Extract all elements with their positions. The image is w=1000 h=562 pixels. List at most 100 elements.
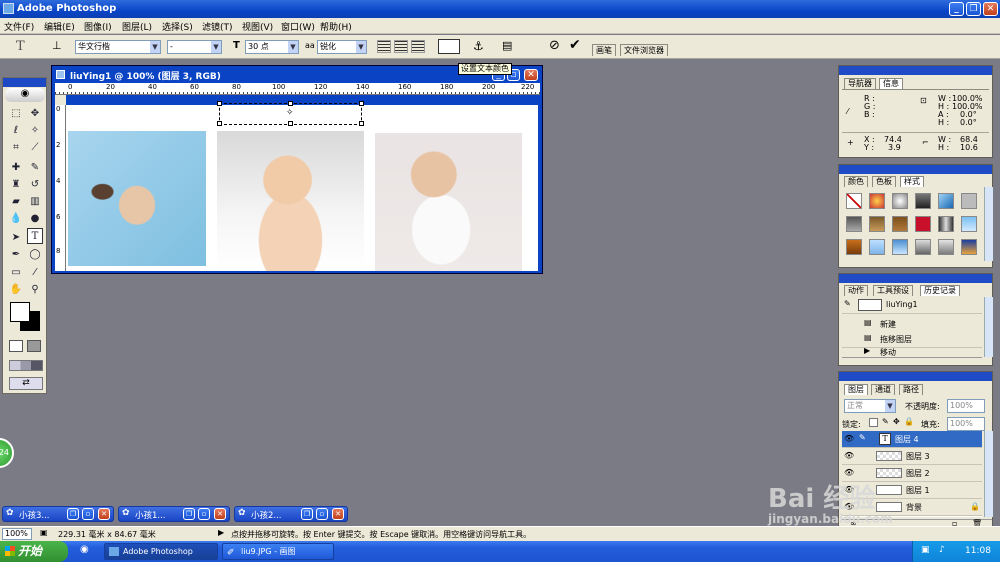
font-size-select[interactable]: 30 点 ▼ [245,40,299,54]
slice-tool-icon[interactable]: ⟋ [27,140,43,156]
eye-icon[interactable]: 👁 [844,451,854,460]
tab-brushes[interactable]: 画笔 [592,44,616,56]
panel-header[interactable] [839,165,992,174]
close-button[interactable]: ✕ [332,508,344,520]
tab-paths[interactable]: 路径 [899,384,923,395]
maximize-button[interactable]: ▫ [82,508,94,520]
notes-tool-icon[interactable]: ▭ [8,265,24,281]
history-snapshot[interactable]: ✎ liuYing1 [842,297,982,314]
lock-all-icon[interactable]: 🔒 [904,417,914,426]
transform-handle[interactable] [359,101,364,106]
quickmask-mode-icon[interactable] [27,340,41,352]
panel-header[interactable] [839,274,992,283]
tab-styles[interactable]: 样式 [900,176,924,187]
close-button[interactable]: ✕ [214,508,226,520]
eraser-tool-icon[interactable]: ▰ [8,194,24,210]
text-bounding-box[interactable]: ✧ [217,101,364,126]
text-color-swatch[interactable] [438,39,460,54]
history-item[interactable]: ▶ 移动 [842,348,982,356]
tab-info[interactable]: 信息 [879,78,903,89]
shape-tool-icon[interactable]: ◯ [27,247,43,263]
close-button[interactable]: ✕ [983,2,998,16]
font-family-select[interactable]: 华文行楷 ▼ [75,40,161,54]
style-swatch[interactable] [915,239,931,255]
transform-handle[interactable] [288,101,293,106]
volume-icon[interactable]: ♪ [939,545,945,555]
type-tool-icon[interactable]: T [16,39,25,54]
type-tool-icon[interactable]: T [27,228,43,244]
vertical-ruler[interactable]: 0 2 4 6 8 [55,95,66,271]
orientation-icon[interactable]: ⊥ [52,39,62,52]
layer-row[interactable]: 👁 图层 3 [842,448,982,465]
taskbar-item-photoshop[interactable]: Adobe Photoshop [104,543,218,560]
eye-icon[interactable]: 👁 [844,434,854,443]
style-swatch[interactable] [892,216,908,232]
foreground-color-swatch[interactable] [10,302,30,322]
style-swatch[interactable] [938,193,954,209]
horizontal-ruler[interactable]: 0 20 40 60 80 100 120 140 160 180 200 22… [55,83,540,95]
style-swatch[interactable] [892,239,908,255]
photoshop-eye-icon[interactable]: ◉ [5,88,45,102]
tab-navigator[interactable]: 导航器 [844,78,876,89]
style-swatch[interactable] [938,216,954,232]
start-button[interactable]: 开始 [0,541,68,562]
zoom-field[interactable]: 100% [2,528,32,540]
marquee-tool-icon[interactable]: ⬚ [8,106,24,122]
tab-layers[interactable]: 图层 [844,384,868,395]
eye-icon[interactable]: 👁 [844,468,854,477]
network-icon[interactable]: ▣ [921,545,930,555]
fill-input[interactable]: 100% [947,417,985,431]
lock-transparency-icon[interactable] [869,418,878,427]
tab-actions[interactable]: 动作 [844,285,868,296]
taskbar-item-paint[interactable]: ✐ liu9.JPG - 画图 [222,543,334,560]
menu-image[interactable]: 图像(I) [84,20,112,33]
magic-wand-icon[interactable]: ✧ [27,123,43,139]
panel-header[interactable] [839,66,992,75]
palettes-icon[interactable]: ▤ [502,39,512,52]
align-center-icon[interactable] [394,40,408,53]
opacity-input[interactable]: 100% [947,399,985,413]
layer-row-selected[interactable]: 👁 ✎ T 图层 4 [842,431,982,448]
ruler-corner[interactable] [55,95,66,105]
standard-mode-icon[interactable] [9,340,23,352]
transform-handle[interactable] [217,101,222,106]
baby-photo-crying[interactable] [375,133,522,271]
style-swatch[interactable] [961,193,977,209]
menu-view[interactable]: 视图(V) [242,20,273,33]
clone-stamp-icon[interactable]: ♜ [8,177,24,193]
minimized-window[interactable]: ✿ 小孩3... ❐ ▫ ✕ [2,506,114,522]
minimize-button[interactable]: _ [949,2,964,16]
maximize-button[interactable]: ▫ [198,508,210,520]
brush-tool-icon[interactable]: ✎ [27,160,43,176]
screen-mode-icon[interactable] [9,360,43,371]
tab-history[interactable]: 历史记录 [920,285,960,296]
eyedropper-icon[interactable]: ⁄ [27,265,43,281]
toolbox-header[interactable] [3,78,46,87]
style-swatch[interactable] [869,216,885,232]
path-select-icon[interactable]: ➤ [8,230,24,246]
menu-file[interactable]: 文件(F) [4,20,34,33]
menu-edit[interactable]: 编辑(E) [44,20,75,33]
quicklaunch-icon[interactable]: ◉ [80,544,89,555]
font-style-select[interactable]: - ▼ [167,40,222,54]
layers-scrollbar[interactable] [984,431,993,517]
gradient-tool-icon[interactable]: ▥ [27,194,43,210]
style-swatch[interactable] [915,193,931,209]
blur-tool-icon[interactable]: 💧 [8,211,24,227]
menu-filter[interactable]: 滤镜(T) [202,20,233,33]
transform-handle[interactable] [288,121,293,126]
jump-to-imageready-icon[interactable]: ⇄ [9,377,43,390]
style-swatch[interactable] [915,216,931,232]
crop-tool-icon[interactable]: ⌗ [8,140,24,156]
tab-file-browser[interactable]: 文件浏览器 [620,44,668,56]
healing-brush-icon[interactable]: ✚ [8,160,24,176]
warp-text-icon[interactable]: ⚓ [473,39,484,53]
restore-button[interactable]: ❐ [301,508,313,520]
menu-layer[interactable]: 图层(L) [122,20,152,33]
history-item[interactable]: ▤ 拖移图层 [842,331,982,348]
lasso-tool-icon[interactable]: ℓ [8,123,24,139]
baby-photo-sleeping[interactable] [68,131,206,266]
style-swatch[interactable] [892,193,908,209]
panel-header[interactable] [839,372,992,381]
menu-help[interactable]: 帮助(H) [320,20,352,33]
